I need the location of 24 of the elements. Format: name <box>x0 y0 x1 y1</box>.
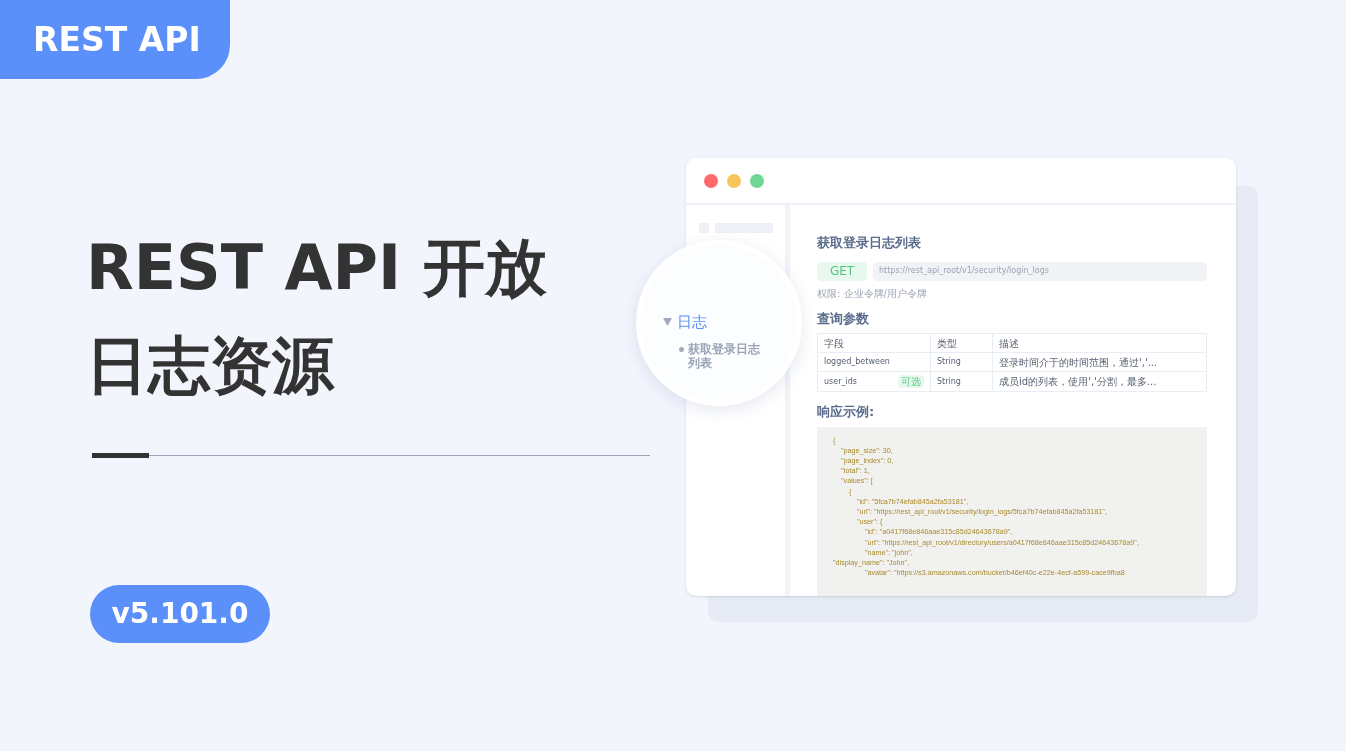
table-cell: String <box>930 353 992 371</box>
tree-item[interactable]: 获取登录日志列表 <box>688 341 768 370</box>
column-header: 字段 <box>823 336 845 351</box>
table-cell: 成员id的列表，使用','分割，最多... <box>992 372 1206 391</box>
table-cell: logged_between <box>824 356 890 368</box>
table-cell: 登录时间介于的时间范围，通过','... <box>992 353 1206 371</box>
bullet-icon <box>679 346 684 352</box>
column-header: 描述 <box>992 334 1206 352</box>
product-badge: REST API <box>0 0 230 79</box>
endpoint-title: 获取登录日志列表 <box>817 234 922 252</box>
optional-tag: 可选 <box>898 375 924 388</box>
tree-item[interactable]: 日志 <box>663 311 797 334</box>
url-field: https://rest_api_root/v1/security/login_logs <box>873 261 1207 281</box>
headline: 日志资源 <box>86 328 336 404</box>
section-heading: 响应示例: <box>817 403 876 421</box>
caret-icon <box>663 318 672 327</box>
headline: REST API 开放 <box>86 230 547 306</box>
section-heading: 查询参数 <box>817 309 870 328</box>
version-badge: v5.101.0 <box>90 585 270 643</box>
table-cell: user_ids <box>824 375 857 388</box>
http-method: GET <box>817 261 867 281</box>
table-cell: String <box>930 372 992 391</box>
column-header: 类型 <box>930 334 992 352</box>
permission-text: 权限: 企业令牌/用户令牌 <box>817 286 928 301</box>
